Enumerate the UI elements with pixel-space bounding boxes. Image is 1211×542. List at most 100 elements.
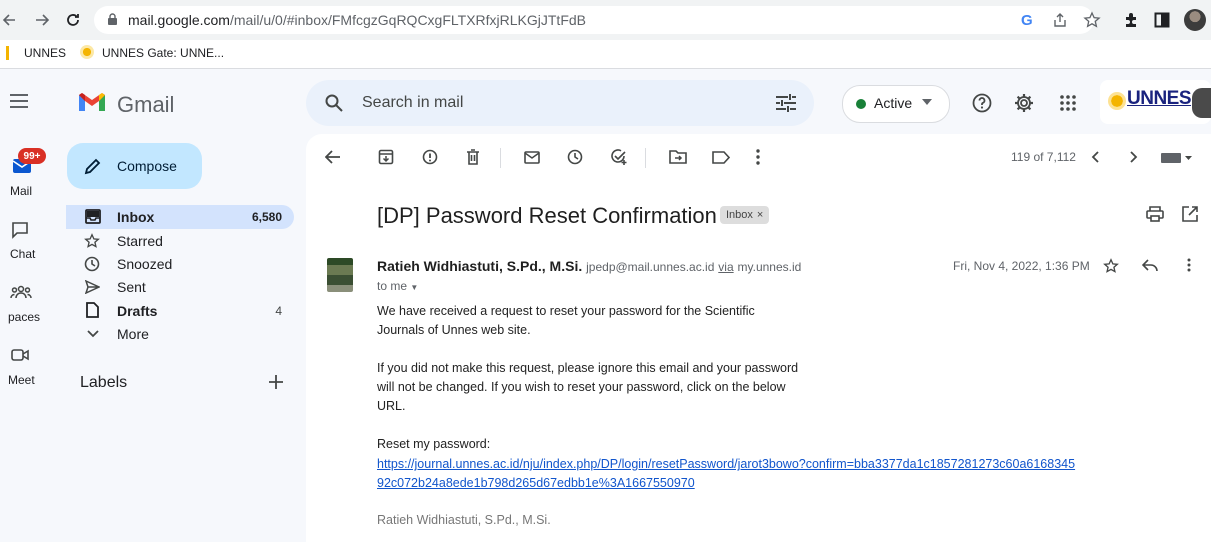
unnes-logo-icon — [1108, 92, 1126, 110]
message-more-icon[interactable] — [1187, 258, 1191, 272]
nav-label-drafts: Drafts — [117, 303, 158, 319]
status-dropdown-icon[interactable] — [922, 99, 932, 105]
move-to-icon[interactable] — [669, 150, 687, 164]
add-label-icon[interactable] — [269, 375, 283, 389]
label-icon[interactable] — [712, 151, 730, 164]
signature: Ratieh Widhiastuti, S.Pd., M.Si. — [377, 513, 551, 527]
unnes-gate-icon — [80, 45, 94, 59]
sender-email: jpedp@mail.unnes.ac.id — [586, 260, 715, 274]
sender-line: Ratieh Widhiastuti, S.Pd., M.Si. jpedp@m… — [377, 258, 801, 274]
rail-label-meet[interactable]: Meet — [8, 373, 48, 387]
star-message-icon[interactable] — [1103, 258, 1119, 274]
inbox-label-chip[interactable]: Inbox × — [720, 206, 770, 224]
google-lens-icon[interactable]: G — [1021, 12, 1033, 29]
archive-icon[interactable] — [378, 149, 394, 165]
bookmark-unnes-gate[interactable]: UNNES Gate: UNNE... — [102, 46, 224, 60]
nav-label-starred: Starred — [117, 233, 163, 249]
report-spam-icon[interactable] — [422, 149, 438, 165]
search-icon[interactable] — [325, 94, 343, 112]
nav-label-inbox: Inbox — [117, 209, 155, 225]
delete-icon[interactable] — [466, 149, 480, 165]
chip-close-icon[interactable]: × — [757, 209, 763, 221]
open-new-window-icon[interactable] — [1182, 206, 1198, 222]
toolbar-divider — [645, 148, 646, 168]
nav-label-sent: Sent — [117, 279, 146, 295]
nav-starred[interactable] — [66, 229, 294, 253]
chat-icon[interactable] — [11, 221, 29, 239]
nav-label-more: More — [117, 326, 149, 342]
compose-label: Compose — [117, 158, 177, 174]
sender-name[interactable]: Ratieh Widhiastuti, S.Pd., M.Si. — [377, 258, 582, 274]
url-path: /mail/u/0/#inbox/FMfcgzGqRQCxgFLTXRfxjRL… — [229, 12, 586, 28]
via-link[interactable]: via — [718, 260, 733, 274]
labels-heading: Labels — [80, 374, 128, 391]
rail-label-chat[interactable]: Chat — [10, 247, 50, 261]
support-icon[interactable] — [972, 93, 992, 113]
drafts-count: 4 — [275, 304, 282, 318]
profile-avatar[interactable] — [1184, 9, 1206, 31]
reset-label: Reset my password: — [377, 437, 491, 451]
back-icon[interactable] — [2, 12, 16, 28]
brand-text: UNNES — [1127, 88, 1192, 109]
send-icon — [85, 280, 100, 294]
newer-chevron-icon[interactable] — [1091, 151, 1099, 163]
sender-avatar[interactable] — [327, 258, 353, 292]
meet-icon[interactable] — [11, 347, 29, 363]
settings-gear-icon[interactable] — [1014, 93, 1034, 113]
older-chevron-icon[interactable] — [1130, 151, 1138, 163]
nav-snoozed[interactable] — [66, 252, 294, 276]
google-apps-icon[interactable] — [1059, 94, 1077, 112]
side-panel-icon[interactable] — [1154, 12, 1170, 28]
body-paragraph-2: If you did not make this request, please… — [377, 361, 799, 413]
mail-unread-badge: 99+ — [18, 148, 46, 164]
chevron-down-icon — [87, 330, 99, 338]
pagination-count: 119 of 7,112 — [1011, 150, 1076, 164]
gmail-logo-icon[interactable] — [77, 91, 107, 113]
star-icon — [84, 233, 100, 249]
recipients-dropdown-icon: ▼ — [410, 283, 419, 292]
bookmark-star-icon[interactable] — [1083, 11, 1101, 29]
search-input[interactable]: Search in mail — [362, 94, 463, 112]
more-vertical-icon[interactable] — [756, 149, 760, 165]
bookmark-unnes[interactable]: UNNES — [24, 46, 66, 60]
nav-sent[interactable] — [66, 275, 294, 299]
email-subject: [DP] Password Reset Confirmation — [377, 203, 717, 228]
active-status-dot — [856, 99, 866, 109]
reply-icon[interactable] — [1142, 259, 1158, 272]
body-paragraph-1: We have received a request to reset your… — [377, 304, 755, 337]
inbox-count: 6,580 — [251, 210, 282, 224]
add-to-tasks-icon[interactable] — [610, 148, 628, 166]
spaces-icon[interactable] — [10, 284, 32, 302]
to-me-label: to me — [377, 279, 408, 293]
share-icon[interactable] — [1052, 12, 1068, 28]
account-avatar[interactable] — [1192, 88, 1211, 118]
back-to-inbox-icon[interactable] — [325, 150, 341, 164]
url-text[interactable]: mail.google.com/mail/u/0/#inbox/FMfcgzGq… — [128, 12, 586, 28]
clock-icon — [84, 256, 100, 272]
lock-icon[interactable] — [107, 13, 118, 26]
snooze-clock-icon[interactable] — [567, 149, 583, 165]
extensions-icon[interactable] — [1122, 11, 1140, 29]
print-icon[interactable] — [1146, 206, 1164, 222]
mark-unread-icon[interactable] — [524, 151, 540, 164]
rail-label-spaces[interactable]: paces — [8, 310, 48, 324]
reset-password-link[interactable]: https://journal.unnes.ac.id/nju/index.ph… — [377, 455, 1077, 493]
input-tools-keyboard-icon[interactable] — [1161, 153, 1193, 163]
rail-label-mail[interactable]: Mail — [10, 184, 50, 198]
toolbar-divider — [500, 148, 501, 168]
inbox-icon — [85, 209, 101, 224]
chip-label: Inbox — [726, 209, 753, 221]
main-menu-icon[interactable] — [10, 94, 28, 108]
nav-label-snoozed: Snoozed — [117, 256, 173, 272]
pencil-icon — [84, 157, 102, 175]
nav-more[interactable] — [66, 322, 294, 346]
reload-icon[interactable] — [64, 11, 82, 29]
draft-file-icon — [86, 302, 99, 318]
search-options-icon[interactable] — [776, 94, 796, 112]
recipients-toggle[interactable]: to me ▼ — [377, 279, 418, 293]
gmail-app-name: Gmail — [117, 92, 175, 117]
status-label: Active — [874, 95, 913, 111]
bookmark-folder-icon — [6, 46, 9, 60]
forward-icon[interactable] — [34, 12, 50, 28]
email-date: Fri, Nov 4, 2022, 1:36 PM — [953, 259, 1090, 273]
